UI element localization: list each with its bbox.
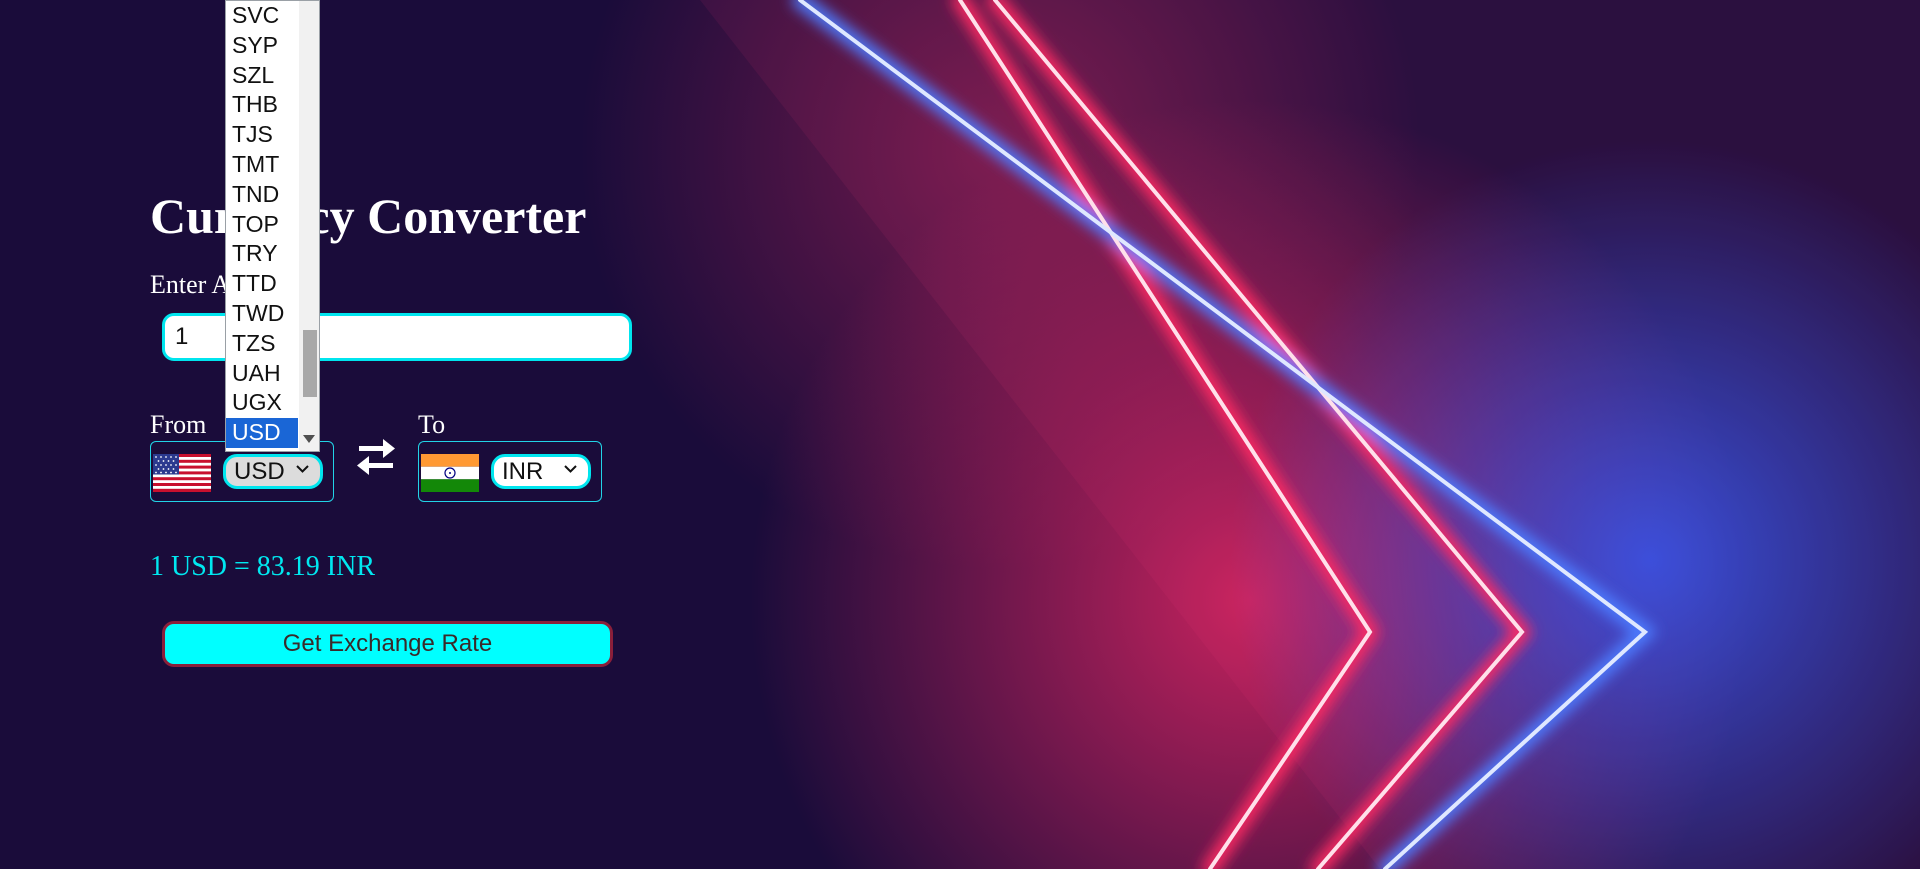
chevron-down-icon [296,465,309,473]
india-flag-icon [421,454,479,492]
to-label: To [418,410,446,439]
exchange-result: 1 USD = 83.19 INR [150,551,376,582]
get-exchange-rate-button[interactable]: Get Exchange Rate [162,621,613,667]
dropdown-option[interactable]: SVC [226,1,298,31]
dropdown-option-selected[interactable]: USD [226,418,298,448]
dropdown-option[interactable]: TMT [226,150,298,180]
dropdown-option[interactable]: UGX [226,388,298,418]
chevron-down-icon [564,465,577,473]
dropdown-option[interactable]: TRY [226,239,298,269]
scroll-down-arrow-icon[interactable] [303,435,315,443]
to-currency-value: INR [502,458,544,485]
dropdown-scrollbar[interactable] [299,1,319,451]
from-currency-select[interactable]: USD [223,454,323,489]
from-label: From [150,410,207,439]
dropdown-option[interactable]: TTD [226,269,298,299]
dropdown-option[interactable]: SZL [226,61,298,91]
us-flag-icon [153,454,211,492]
page-title: Currency Converter [150,188,587,244]
to-currency-select[interactable]: INR [491,454,591,489]
dropdown-option[interactable]: TWD [226,299,298,329]
dropdown-option[interactable]: UAH [226,359,298,389]
dropdown-option[interactable]: SYP [226,31,298,61]
from-currency-dropdown[interactable]: SVC SYP SZL THB TJS TMT TND TOP TRY TTD … [225,0,320,452]
swap-arrows-icon[interactable] [355,436,397,478]
scrollbar-thumb[interactable] [303,330,317,397]
to-currency-box: INR [418,441,602,502]
dropdown-list: SVC SYP SZL THB TJS TMT TND TOP TRY TTD … [226,1,298,448]
dropdown-option[interactable]: THB [226,90,298,120]
dropdown-option[interactable]: TND [226,180,298,210]
from-currency-value: USD [234,458,285,485]
dropdown-option[interactable]: TJS [226,120,298,150]
dropdown-option[interactable]: TZS [226,329,298,359]
dropdown-option[interactable]: TOP [226,210,298,240]
